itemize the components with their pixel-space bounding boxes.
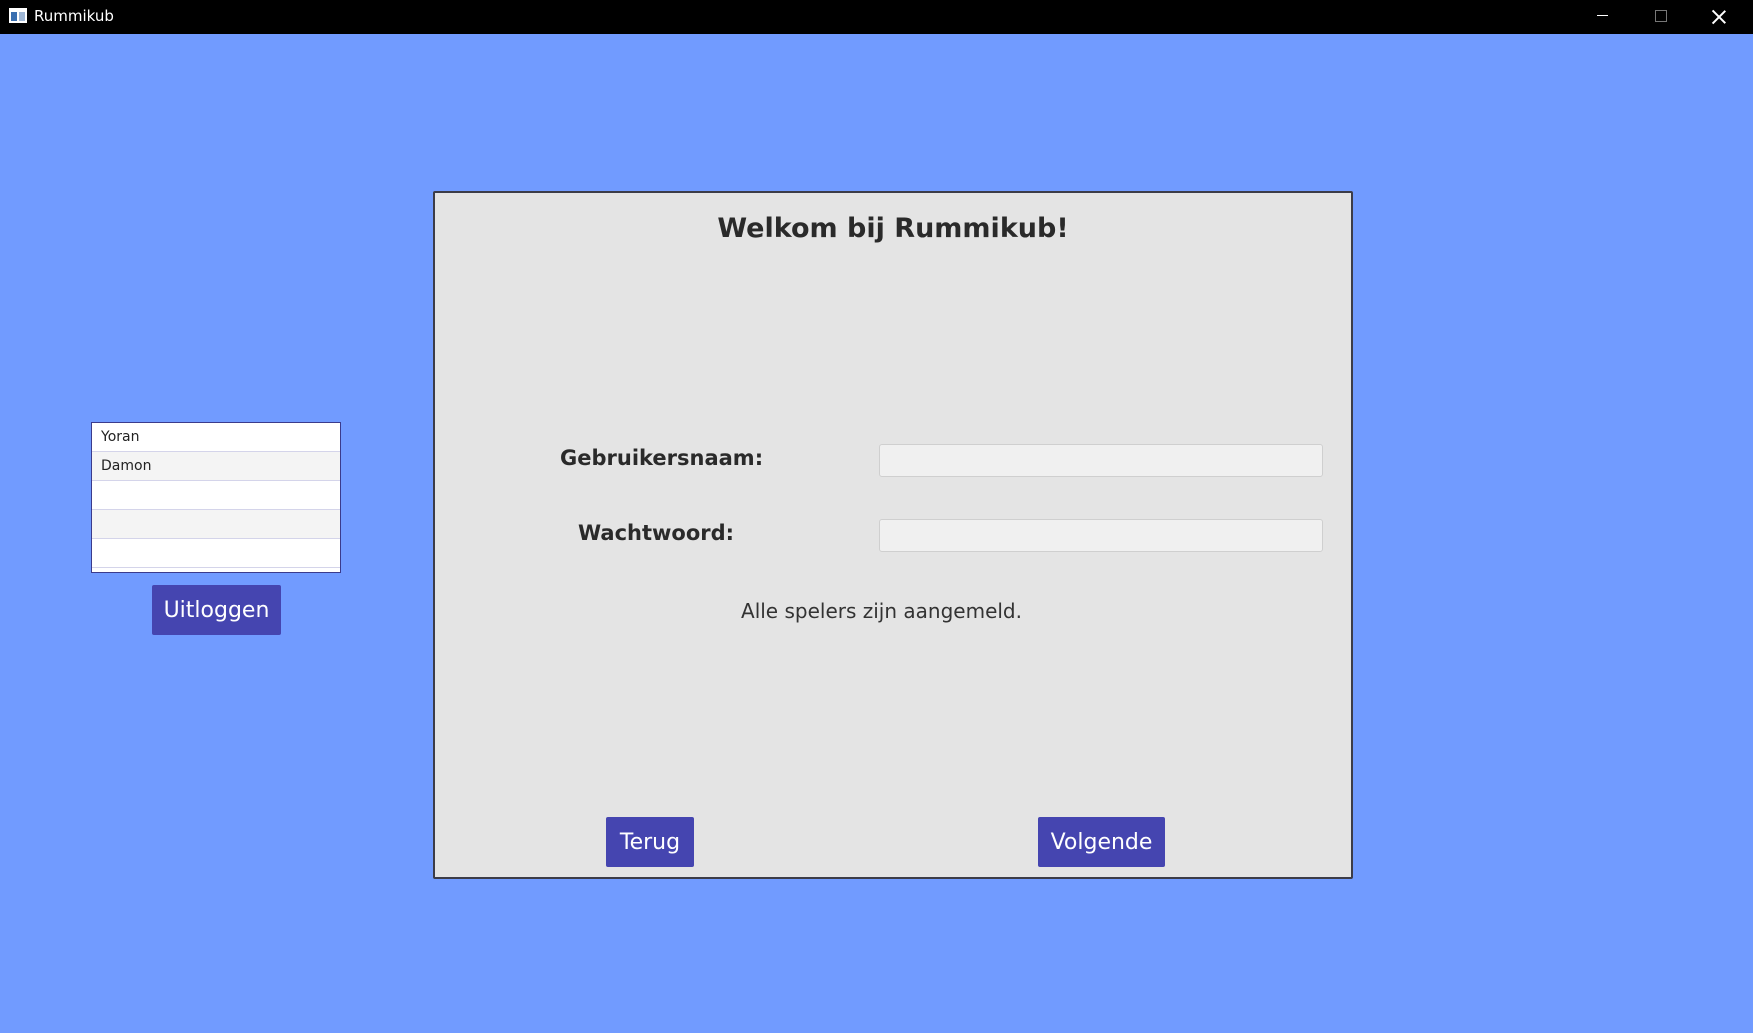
- status-message: Alle spelers zijn aangemeld.: [741, 599, 1022, 623]
- player-list-item[interactable]: Yoran: [92, 423, 340, 452]
- password-field[interactable]: [879, 519, 1323, 552]
- back-button[interactable]: Terug: [606, 817, 694, 867]
- player-list-item[interactable]: Damon: [92, 452, 340, 481]
- player-list[interactable]: Yoran Damon: [91, 422, 341, 573]
- login-panel: Welkom bij Rummikub! Gebruikersnaam: Wac…: [433, 191, 1353, 879]
- password-label: Wachtwoord:: [578, 521, 735, 545]
- app-window-icon: [9, 8, 27, 23]
- page-title: Welkom bij Rummikub!: [717, 213, 1069, 244]
- close-icon[interactable]: [1690, 0, 1748, 34]
- username-label: Gebruikersnaam:: [560, 446, 764, 470]
- maximize-icon[interactable]: [1632, 0, 1690, 34]
- player-list-item[interactable]: [92, 539, 340, 568]
- player-list-item[interactable]: [92, 481, 340, 510]
- next-button[interactable]: Volgende: [1038, 817, 1165, 867]
- window-titlebar: Rummikub: [0, 0, 1753, 34]
- window-title: Rummikub: [34, 7, 114, 25]
- username-field[interactable]: [879, 444, 1323, 477]
- player-list-item[interactable]: [92, 510, 340, 539]
- minimize-icon[interactable]: [1574, 0, 1632, 34]
- logout-button[interactable]: Uitloggen: [152, 585, 281, 635]
